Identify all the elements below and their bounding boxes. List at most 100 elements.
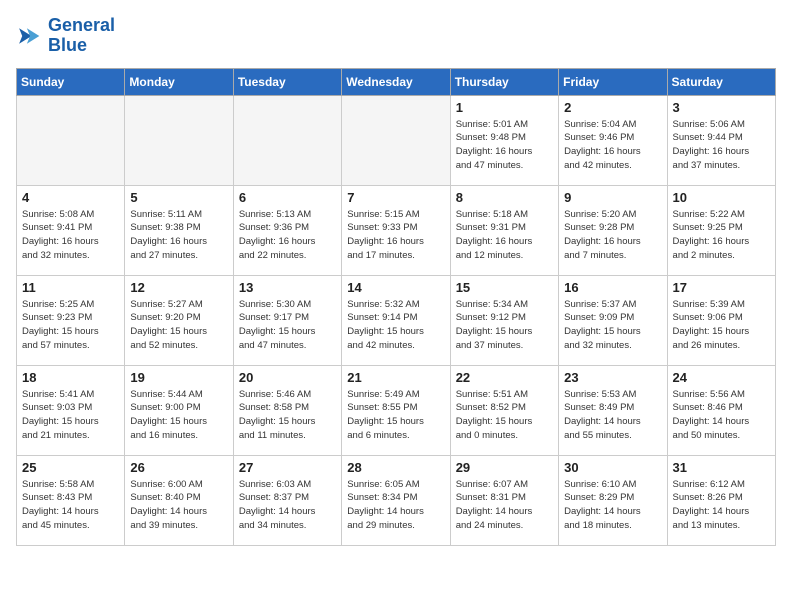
day-info: Sunrise: 5:13 AM Sunset: 9:36 PM Dayligh…	[239, 208, 336, 263]
weekday-header: Wednesday	[342, 68, 450, 95]
day-cell: 2 Sunrise: 5:04 AM Sunset: 9:46 PM Daylig…	[559, 95, 667, 185]
day-number: 15	[456, 280, 553, 295]
day-number: 16	[564, 280, 661, 295]
day-number: 31	[673, 460, 770, 475]
day-number: 18	[22, 370, 119, 385]
day-number: 7	[347, 190, 444, 205]
week-row: 25Sunrise: 5:58 AM Sunset: 8:43 PM Dayli…	[17, 455, 776, 545]
weekday-header: Friday	[559, 68, 667, 95]
day-number: 14	[347, 280, 444, 295]
day-info: Sunrise: 5:34 AM Sunset: 9:12 PM Dayligh…	[456, 298, 553, 353]
day-number: 5	[130, 190, 227, 205]
day-number: 28	[347, 460, 444, 475]
day-cell: 24Sunrise: 5:56 AM Sunset: 8:46 PM Dayli…	[667, 365, 775, 455]
day-info: Sunrise: 5:06 AM Sunset: 9:44 PM Dayligh…	[673, 118, 770, 173]
day-number: 25	[22, 460, 119, 475]
day-info: Sunrise: 5:56 AM Sunset: 8:46 PM Dayligh…	[673, 388, 770, 443]
day-info: Sunrise: 5:41 AM Sunset: 9:03 PM Dayligh…	[22, 388, 119, 443]
day-info: Sunrise: 6:00 AM Sunset: 8:40 PM Dayligh…	[130, 478, 227, 533]
week-row: 18 Sunrise: 5:41 AM Sunset: 9:03 PM Dayli…	[17, 365, 776, 455]
day-info: Sunrise: 6:10 AM Sunset: 8:29 PM Dayligh…	[564, 478, 661, 533]
day-cell: 8 Sunrise: 5:18 AM Sunset: 9:31 PM Daylig…	[450, 185, 558, 275]
day-cell: 13Sunrise: 5:30 AM Sunset: 9:17 PM Dayli…	[233, 275, 341, 365]
day-cell: 14 Sunrise: 5:32 AM Sunset: 9:14 PM Dayli…	[342, 275, 450, 365]
day-info: Sunrise: 5:49 AM Sunset: 8:55 PM Dayligh…	[347, 388, 444, 443]
logo-text-line2: Blue	[48, 36, 115, 56]
day-cell: 6 Sunrise: 5:13 AM Sunset: 9:36 PM Daylig…	[233, 185, 341, 275]
week-row: 4 Sunrise: 5:08 AM Sunset: 9:41 PM Daylig…	[17, 185, 776, 275]
day-number: 17	[673, 280, 770, 295]
day-cell: 5 Sunrise: 5:11 AM Sunset: 9:38 PM Daylig…	[125, 185, 233, 275]
day-info: Sunrise: 5:37 AM Sunset: 9:09 PM Dayligh…	[564, 298, 661, 353]
logo: General Blue	[16, 16, 115, 56]
day-cell: 1 Sunrise: 5:01 AM Sunset: 9:48 PM Daylig…	[450, 95, 558, 185]
weekday-header: Thursday	[450, 68, 558, 95]
day-number: 1	[456, 100, 553, 115]
day-info: Sunrise: 5:27 AM Sunset: 9:20 PM Dayligh…	[130, 298, 227, 353]
day-number: 21	[347, 370, 444, 385]
day-cell	[233, 95, 341, 185]
day-info: Sunrise: 6:05 AM Sunset: 8:34 PM Dayligh…	[347, 478, 444, 533]
weekday-header: Tuesday	[233, 68, 341, 95]
day-cell: 7 Sunrise: 5:15 AM Sunset: 9:33 PM Daylig…	[342, 185, 450, 275]
day-info: Sunrise: 5:04 AM Sunset: 9:46 PM Dayligh…	[564, 118, 661, 173]
day-cell: 9Sunrise: 5:20 AM Sunset: 9:28 PM Daylig…	[559, 185, 667, 275]
day-number: 30	[564, 460, 661, 475]
day-number: 19	[130, 370, 227, 385]
day-info: Sunrise: 5:46 AM Sunset: 8:58 PM Dayligh…	[239, 388, 336, 443]
day-info: Sunrise: 5:01 AM Sunset: 9:48 PM Dayligh…	[456, 118, 553, 173]
day-number: 2	[564, 100, 661, 115]
day-cell: 29Sunrise: 6:07 AM Sunset: 8:31 PM Dayli…	[450, 455, 558, 545]
day-cell: 3 Sunrise: 5:06 AM Sunset: 9:44 PM Daylig…	[667, 95, 775, 185]
day-number: 6	[239, 190, 336, 205]
day-cell: 18 Sunrise: 5:41 AM Sunset: 9:03 PM Dayli…	[17, 365, 125, 455]
day-info: Sunrise: 5:22 AM Sunset: 9:25 PM Dayligh…	[673, 208, 770, 263]
day-info: Sunrise: 5:30 AM Sunset: 9:17 PM Dayligh…	[239, 298, 336, 353]
day-cell: 19 Sunrise: 5:44 AM Sunset: 9:00 PM Dayli…	[125, 365, 233, 455]
day-cell: 28 Sunrise: 6:05 AM Sunset: 8:34 PM Dayli…	[342, 455, 450, 545]
logo-icon	[16, 22, 44, 50]
day-cell: 4 Sunrise: 5:08 AM Sunset: 9:41 PM Daylig…	[17, 185, 125, 275]
day-cell	[342, 95, 450, 185]
day-cell: 26 Sunrise: 6:00 AM Sunset: 8:40 PM Dayli…	[125, 455, 233, 545]
day-number: 10	[673, 190, 770, 205]
day-info: Sunrise: 5:39 AM Sunset: 9:06 PM Dayligh…	[673, 298, 770, 353]
day-info: Sunrise: 5:53 AM Sunset: 8:49 PM Dayligh…	[564, 388, 661, 443]
day-cell: 16 Sunrise: 5:37 AM Sunset: 9:09 PM Dayli…	[559, 275, 667, 365]
day-cell: 17 Sunrise: 5:39 AM Sunset: 9:06 PM Dayli…	[667, 275, 775, 365]
day-info: Sunrise: 6:07 AM Sunset: 8:31 PM Dayligh…	[456, 478, 553, 533]
week-row: 1 Sunrise: 5:01 AM Sunset: 9:48 PM Daylig…	[17, 95, 776, 185]
day-info: Sunrise: 5:32 AM Sunset: 9:14 PM Dayligh…	[347, 298, 444, 353]
day-info: Sunrise: 5:15 AM Sunset: 9:33 PM Dayligh…	[347, 208, 444, 263]
day-cell: 27Sunrise: 6:03 AM Sunset: 8:37 PM Dayli…	[233, 455, 341, 545]
weekday-header: Saturday	[667, 68, 775, 95]
page-header: General Blue	[16, 16, 776, 56]
day-number: 20	[239, 370, 336, 385]
logo-text-line1: General	[48, 16, 115, 36]
day-cell: 22Sunrise: 5:51 AM Sunset: 8:52 PM Dayli…	[450, 365, 558, 455]
day-number: 3	[673, 100, 770, 115]
day-cell: 23 Sunrise: 5:53 AM Sunset: 8:49 PM Dayli…	[559, 365, 667, 455]
day-info: Sunrise: 5:18 AM Sunset: 9:31 PM Dayligh…	[456, 208, 553, 263]
day-cell: 12Sunrise: 5:27 AM Sunset: 9:20 PM Dayli…	[125, 275, 233, 365]
weekday-header: Sunday	[17, 68, 125, 95]
day-cell: 20 Sunrise: 5:46 AM Sunset: 8:58 PM Dayli…	[233, 365, 341, 455]
day-info: Sunrise: 5:11 AM Sunset: 9:38 PM Dayligh…	[130, 208, 227, 263]
day-info: Sunrise: 5:08 AM Sunset: 9:41 PM Dayligh…	[22, 208, 119, 263]
day-info: Sunrise: 5:20 AM Sunset: 9:28 PM Dayligh…	[564, 208, 661, 263]
day-cell: 31Sunrise: 6:12 AM Sunset: 8:26 PM Dayli…	[667, 455, 775, 545]
day-cell: 25Sunrise: 5:58 AM Sunset: 8:43 PM Dayli…	[17, 455, 125, 545]
day-info: Sunrise: 5:44 AM Sunset: 9:00 PM Dayligh…	[130, 388, 227, 443]
day-info: Sunrise: 5:25 AM Sunset: 9:23 PM Dayligh…	[22, 298, 119, 353]
calendar-table: SundayMondayTuesdayWednesdayThursdayFrid…	[16, 68, 776, 546]
day-cell	[125, 95, 233, 185]
day-number: 8	[456, 190, 553, 205]
day-info: Sunrise: 5:51 AM Sunset: 8:52 PM Dayligh…	[456, 388, 553, 443]
day-cell: 21 Sunrise: 5:49 AM Sunset: 8:55 PM Dayli…	[342, 365, 450, 455]
day-info: Sunrise: 6:03 AM Sunset: 8:37 PM Dayligh…	[239, 478, 336, 533]
day-number: 4	[22, 190, 119, 205]
day-number: 26	[130, 460, 227, 475]
day-number: 23	[564, 370, 661, 385]
week-row: 11Sunrise: 5:25 AM Sunset: 9:23 PM Dayli…	[17, 275, 776, 365]
day-cell: 11Sunrise: 5:25 AM Sunset: 9:23 PM Dayli…	[17, 275, 125, 365]
